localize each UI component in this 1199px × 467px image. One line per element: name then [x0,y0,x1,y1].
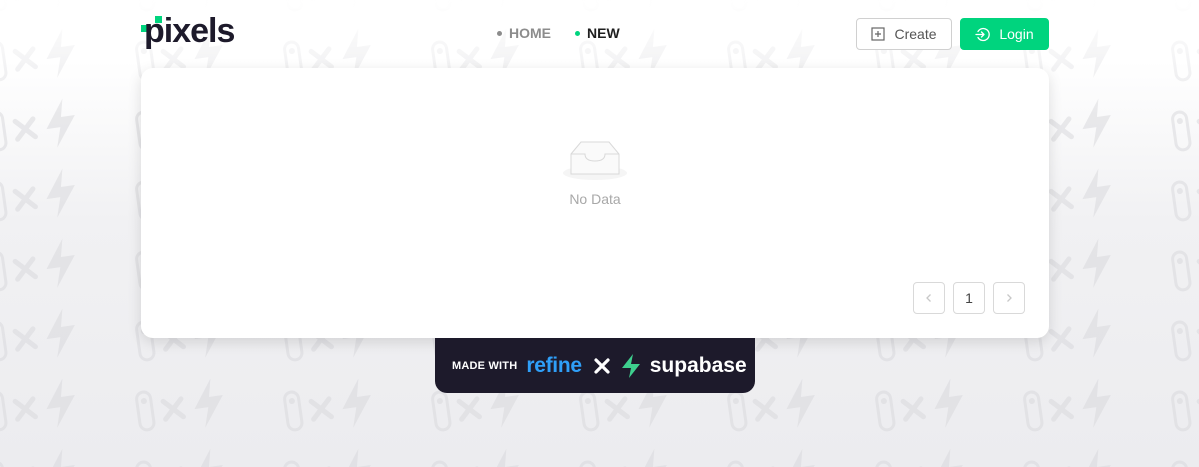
made-with-badge[interactable]: MADE WITH refine supabase [435,338,755,393]
nav-item-label: HOME [509,25,551,41]
main-nav: HOME NEW [497,25,620,41]
login-button[interactable]: Login [960,18,1049,50]
refine-logo: refine [526,353,582,377]
chevron-left-icon [926,294,931,302]
pagination: 1 [913,282,1025,314]
plus-square-icon [871,27,886,41]
login-button-label: Login [999,26,1034,42]
supabase-logo: supabase [649,353,747,377]
login-icon [975,27,991,41]
chevron-right-icon [1007,294,1012,302]
content-card: No Data 1 [141,68,1049,338]
supabase-bolt-icon [621,353,640,378]
pixels-logo[interactable]: pixels [141,14,265,54]
nav-dot [575,30,580,36]
nav-item-new[interactable]: NEW [575,25,620,41]
nav-dot [497,30,502,36]
nav-item-label: NEW [587,25,620,41]
create-button-label: Create [894,26,937,42]
header: pixels HOME NEW Create Login [0,0,1199,68]
made-with-text: MADE WITH [452,359,518,372]
empty-state: No Data [141,140,1049,207]
empty-state-text: No Data [569,191,621,207]
nav-item-home[interactable]: HOME [497,25,551,41]
page-number-button[interactable]: 1 [953,282,985,314]
next-page-button[interactable] [993,282,1025,314]
inbox-icon [563,141,627,180]
prev-page-button[interactable] [913,282,945,314]
cross-icon [594,357,610,374]
logo-text: pixels [144,14,234,50]
create-button[interactable]: Create [856,18,952,50]
